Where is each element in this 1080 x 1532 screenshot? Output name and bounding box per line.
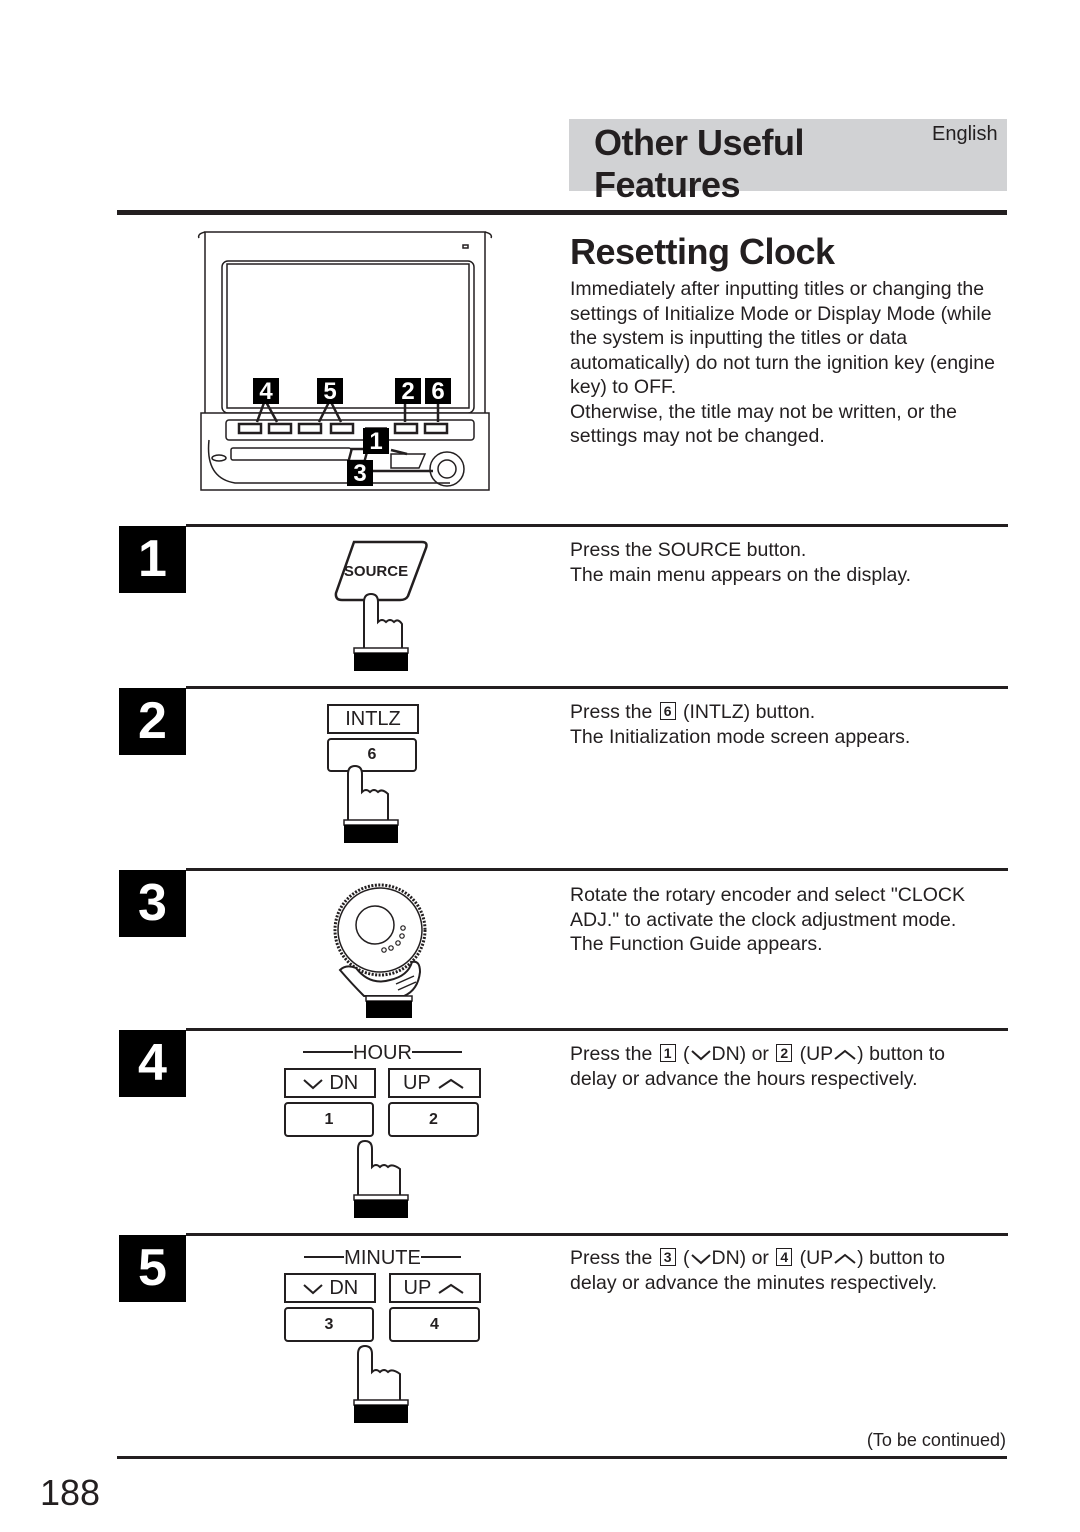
step-5-badge: 5	[119, 1235, 186, 1302]
step-4-divider	[186, 1028, 1008, 1031]
section-title-line1: Other Useful	[594, 122, 805, 163]
step-5-line-2: delay or advance the minutes respectivel…	[570, 1271, 938, 1294]
section-title-line2: Features	[594, 164, 741, 205]
chevron-up-icon	[834, 1253, 856, 1264]
step-3-line-1: Rotate the rotary encoder and select "CL…	[570, 884, 965, 906]
key-1-button: 1	[284, 1102, 374, 1137]
chevron-up-icon	[834, 1049, 856, 1060]
step-2-text: Press the 6 (INTLZ) button. The Initiali…	[570, 700, 1010, 749]
step-1-text: Press the SOURCE button. The main menu a…	[570, 538, 1010, 587]
step-3-line-2: ADJ." to activate the clock adjustment m…	[570, 908, 957, 931]
chevron-up-icon	[438, 1078, 464, 1089]
svg-text:2: 2	[401, 378, 414, 405]
step-2-badge: 2	[119, 688, 186, 755]
svg-text:5: 5	[323, 378, 336, 405]
svg-text:6: 6	[431, 378, 444, 405]
step-2-line-2: The Initialization mode screen appears.	[570, 725, 911, 748]
pointing-hand-icon	[343, 764, 399, 843]
step-3-divider	[186, 868, 1008, 871]
key-6-ref: 6	[659, 702, 676, 720]
device-button-1-left	[237, 422, 263, 435]
step-1-divider	[186, 524, 1008, 527]
step-2-divider	[186, 686, 1008, 689]
minute-dn-label: DN	[284, 1273, 376, 1303]
svg-text:3: 3	[353, 460, 366, 487]
step-3-text: Rotate the rotary encoder and select "CL…	[570, 883, 1010, 957]
head-unit-illustration: 4 5 2 6 1 3	[197, 231, 493, 491]
pointing-hand-icon	[353, 592, 409, 671]
step-4-line-1: Press the 1 (DN) or 2 (UP) button to	[570, 1043, 945, 1065]
step-4-badge: 4	[119, 1030, 186, 1097]
minute-up-label: UP	[389, 1273, 481, 1303]
page-heading: Resetting Clock	[570, 231, 835, 272]
step-4-text: Press the 1 (DN) or 2 (UP) button to del…	[570, 1042, 1010, 1091]
minute-group-title: MINUTE	[290, 1247, 475, 1269]
key-2-button: 2	[388, 1102, 479, 1137]
step-5-line-1: Press the 3 (DN) or 4 (UP) button to	[570, 1247, 945, 1269]
step-1-badge: 1	[119, 526, 186, 593]
key-4-button: 4	[389, 1307, 480, 1342]
chevron-down-icon	[690, 1050, 711, 1061]
pointing-hand-icon	[353, 1344, 409, 1423]
step-2-line-1: Press the 6 (INTLZ) button.	[570, 701, 816, 723]
key-3-button: 3	[284, 1307, 374, 1342]
chevron-down-icon	[303, 1283, 323, 1295]
step-4-line-2: delay or advance the hours respectively.	[570, 1067, 918, 1090]
page-number: 188	[40, 1472, 101, 1513]
key-4-ref: 4	[776, 1248, 793, 1266]
hour-dn-label: DN	[284, 1068, 376, 1098]
step-5-divider	[186, 1233, 1008, 1236]
svg-text:4: 4	[259, 378, 273, 405]
hour-group-title: HOUR	[290, 1042, 475, 1064]
language-label: English	[932, 123, 998, 145]
hour-up-label: UP	[388, 1068, 481, 1098]
intro-text: Immediately after inputting titles or ch…	[570, 277, 1015, 449]
step-5-text: Press the 3 (DN) or 4 (UP) button to del…	[570, 1246, 1010, 1295]
key-1-ref: 1	[659, 1044, 676, 1062]
key-2-ref: 2	[776, 1044, 793, 1062]
svg-text:1: 1	[369, 428, 382, 455]
chevron-down-icon	[690, 1254, 711, 1265]
chevron-up-icon	[438, 1283, 465, 1294]
chevron-down-icon	[303, 1078, 323, 1090]
intlz-label: INTLZ	[327, 704, 419, 734]
footer-divider	[117, 1456, 1007, 1459]
intro-paragraph-2: Otherwise, the title may not be written,…	[570, 400, 957, 448]
header-divider	[117, 210, 1007, 215]
key-3-ref: 3	[659, 1248, 676, 1266]
pointing-hand-icon	[353, 1139, 409, 1218]
svg-text:SOURCE: SOURCE	[344, 563, 408, 580]
step-1-line-1: Press the SOURCE button.	[570, 539, 807, 561]
intro-paragraph-1: Immediately after inputting titles or ch…	[570, 278, 995, 398]
source-button-illustration: SOURCE	[334, 540, 428, 671]
step-3-line-3: The Function Guide appears.	[570, 933, 823, 955]
rotary-encoder-illustration	[333, 883, 427, 1018]
section-title: Other Useful Features	[594, 122, 805, 206]
step-3-badge: 3	[119, 870, 186, 937]
continued-note: (To be continued)	[866, 1430, 1006, 1450]
step-1-line-2: The main menu appears on the display.	[570, 563, 912, 586]
